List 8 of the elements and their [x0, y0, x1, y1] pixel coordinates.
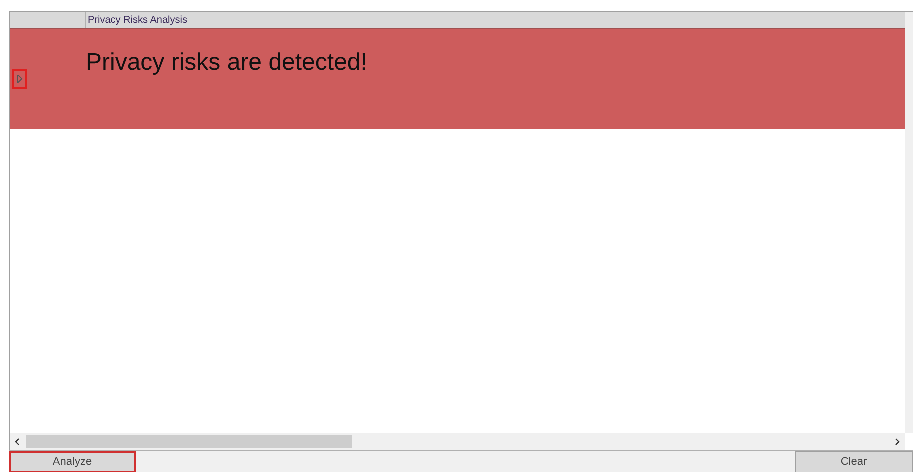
scrollbar-thumb[interactable]	[26, 435, 352, 448]
horizontal-scrollbar[interactable]	[10, 433, 905, 450]
clear-button[interactable]: Clear	[795, 451, 913, 472]
vertical-scrollbar[interactable]	[905, 12, 913, 433]
analyze-button[interactable]: Analyze	[9, 451, 136, 472]
column-header[interactable]: Privacy Risks Analysis	[86, 12, 190, 28]
row-message: Privacy risks are detected!	[86, 48, 368, 75]
row-expander-icon[interactable]	[12, 69, 27, 89]
